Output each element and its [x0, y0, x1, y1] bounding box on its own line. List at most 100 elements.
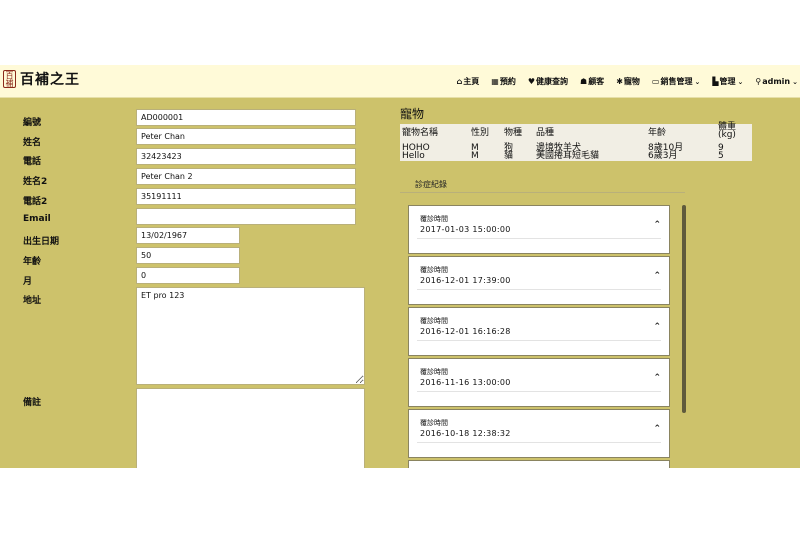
column-header-age: 年齡 — [648, 128, 667, 138]
label-phone2: 電話2 — [23, 197, 48, 207]
cell-breed: 美國捲耳短毛貓 — [536, 151, 600, 161]
label-month: 月 — [23, 277, 33, 287]
nav-label: 主頁 — [463, 77, 480, 86]
calendar-icon: ▦ — [491, 77, 499, 86]
diagnosis-record-list[interactable]: 覆診時間 2017-01-03 15:00:00 ⌃ 覆診時間 2016-12-… — [408, 205, 670, 468]
diagnosis-record-card[interactable]: 覆診時間 2016-11-16 13:00:00 ⌃ — [408, 358, 670, 407]
diagnosis-record-card[interactable]: 覆診時間 2016-10-18 12:38:32 ⌃ — [408, 409, 670, 458]
divider — [417, 442, 661, 443]
record-label: 覆診時間 — [420, 317, 448, 325]
record-label: 覆診時間 — [420, 215, 448, 223]
record-label: 覆診時間 — [420, 419, 448, 427]
users-icon: ☗ — [580, 77, 588, 86]
nav-pets[interactable]: ✱ 寵物 — [616, 76, 640, 87]
diagnosis-record-card[interactable]: 覆診時間 2016-12-01 16:16:28 ⌃ — [408, 307, 670, 356]
record-datetime: 2016-12-01 16:16:28 — [420, 327, 511, 336]
brand-logo[interactable]: 百補 百補之王 — [3, 69, 80, 89]
diagnosis-record-card[interactable] — [408, 460, 670, 468]
label-age: 年齡 — [23, 257, 42, 267]
nav-label: 管理 — [719, 77, 736, 86]
cell-sex: M — [471, 151, 479, 161]
record-datetime: 2016-10-18 12:38:32 — [420, 429, 511, 438]
record-label: 覆診時間 — [420, 266, 448, 274]
chevron-down-icon: ⌄ — [737, 77, 744, 86]
nav-label: admin — [762, 77, 791, 86]
code-field[interactable]: AD000001 — [136, 109, 356, 126]
record-datetime: 2017-01-03 15:00:00 — [420, 225, 511, 234]
weight-header-line2: (kg) — [718, 130, 736, 140]
label-remark: 備註 — [23, 398, 42, 408]
label-name: 姓名 — [23, 138, 42, 148]
brand-name: 百補之王 — [20, 72, 80, 88]
app-window: 百補 百補之王 ⌂ 主頁 ▦ 預約 ♥ 健康查詢 ☗ 顧客 ✱ 寵物 ▭ 銷售管理 ⌄ ▙ 管理… — [0, 65, 800, 468]
column-header-sex: 性別 — [471, 128, 490, 138]
nav-label: 健康查詢 — [536, 77, 569, 86]
diagnosis-record-card[interactable]: 覆診時間 2016-12-01 17:39:00 ⌃ — [408, 256, 670, 305]
name-field[interactable]: Peter Chan — [136, 128, 356, 145]
nav-appointments[interactable]: ▦ 預約 — [491, 76, 516, 87]
chevron-down-icon: ⌄ — [694, 77, 701, 86]
month-field[interactable]: 0 — [136, 267, 240, 284]
diagnosis-section-title: 診症紀錄 — [415, 180, 447, 189]
record-label: 覆診時間 — [420, 368, 448, 376]
top-navbar: 百補 百補之王 ⌂ 主頁 ▦ 預約 ♥ 健康查詢 ☗ 顧客 ✱ 寵物 ▭ 銷售管理 ⌄ ▙ 管理… — [0, 65, 800, 98]
record-datetime: 2016-11-16 13:00:00 — [420, 378, 511, 387]
nav-health-query[interactable]: ♥ 健康查詢 — [528, 76, 568, 87]
credit-card-icon: ▭ — [651, 77, 660, 86]
remark-textarea[interactable] — [136, 388, 365, 468]
label-code: 編號 — [23, 118, 42, 128]
label-email: Email — [23, 214, 51, 224]
dob-field[interactable]: 13/02/1967 — [136, 227, 240, 244]
label-address: 地址 — [23, 296, 42, 306]
address-textarea[interactable] — [136, 287, 365, 385]
cell-species: 貓 — [504, 151, 514, 161]
label-dob: 出生日期 — [23, 237, 60, 247]
table-row[interactable]: Hello M 貓 美國捲耳短毛貓 6歲3月 5 — [400, 152, 752, 161]
nav-customers[interactable]: ☗ 顧客 — [580, 76, 604, 87]
chevron-up-icon[interactable]: ⌃ — [653, 322, 661, 332]
seal-icon: 百補 — [3, 70, 16, 88]
email-field[interactable] — [136, 208, 356, 225]
pets-table: 寵物名稱 性別 物種 品種 年齡 體重 (kg) HOHO M 狗 邊境牧羊犬 8… — [400, 123, 752, 161]
column-header-pet-name: 寵物名稱 — [402, 128, 439, 138]
main-nav: ⌂ 主頁 ▦ 預約 ♥ 健康查詢 ☗ 顧客 ✱ 寵物 ▭ 銷售管理 ⌄ ▙ 管理 ⌄ ⚲ admin… — [445, 65, 798, 98]
column-header-species: 物種 — [504, 128, 523, 138]
home-icon: ⌂ — [456, 77, 463, 86]
label-phone: 電話 — [23, 157, 42, 167]
record-datetime: 2016-12-01 17:39:00 — [420, 276, 511, 285]
diagnosis-record-card[interactable]: 覆診時間 2017-01-03 15:00:00 ⌃ — [408, 205, 670, 254]
key-icon: ⚲ — [755, 77, 762, 86]
chevron-up-icon[interactable]: ⌃ — [653, 424, 661, 434]
phone-field[interactable]: 32423423 — [136, 148, 356, 165]
label-name2: 姓名2 — [23, 177, 48, 187]
cell-weight: 5 — [718, 151, 724, 161]
nav-user-admin[interactable]: ⚲ admin ⌄ — [755, 77, 798, 86]
pets-section-title: 寵物 — [400, 107, 425, 121]
heart-icon: ♥ — [527, 77, 536, 86]
nav-label: 顧客 — [588, 77, 605, 86]
section-divider — [400, 192, 685, 193]
chart-icon: ▙ — [712, 77, 719, 86]
chevron-down-icon: ⌄ — [792, 77, 798, 86]
cell-pet-name: Hello — [402, 151, 425, 161]
nav-label: 寵物 — [623, 77, 640, 86]
name2-field[interactable]: Peter Chan 2 — [136, 168, 356, 185]
phone2-field[interactable]: 35191111 — [136, 188, 356, 205]
cell-age: 6歲3月 — [648, 151, 678, 161]
nav-sales-management[interactable]: ▭ 銷售管理 ⌄ — [652, 76, 700, 87]
nav-label: 銷售管理 — [660, 77, 693, 86]
divider — [417, 340, 661, 341]
nav-label: 預約 — [499, 77, 516, 86]
column-header-breed: 品種 — [536, 128, 555, 138]
table-header-row: 寵物名稱 性別 物種 品種 年齡 體重 (kg) — [400, 123, 752, 144]
chevron-up-icon[interactable]: ⌃ — [653, 271, 661, 281]
scrollbar-thumb[interactable] — [682, 205, 686, 413]
chevron-up-icon[interactable]: ⌃ — [653, 220, 661, 230]
divider — [417, 289, 661, 290]
paw-icon: ✱ — [616, 77, 623, 86]
nav-home[interactable]: ⌂ 主頁 — [457, 76, 480, 87]
age-field[interactable]: 50 — [136, 247, 240, 264]
chevron-up-icon[interactable]: ⌃ — [653, 373, 661, 383]
column-header-weight: 體重 (kg) — [718, 123, 736, 140]
nav-management[interactable]: ▙ 管理 ⌄ — [712, 76, 743, 87]
